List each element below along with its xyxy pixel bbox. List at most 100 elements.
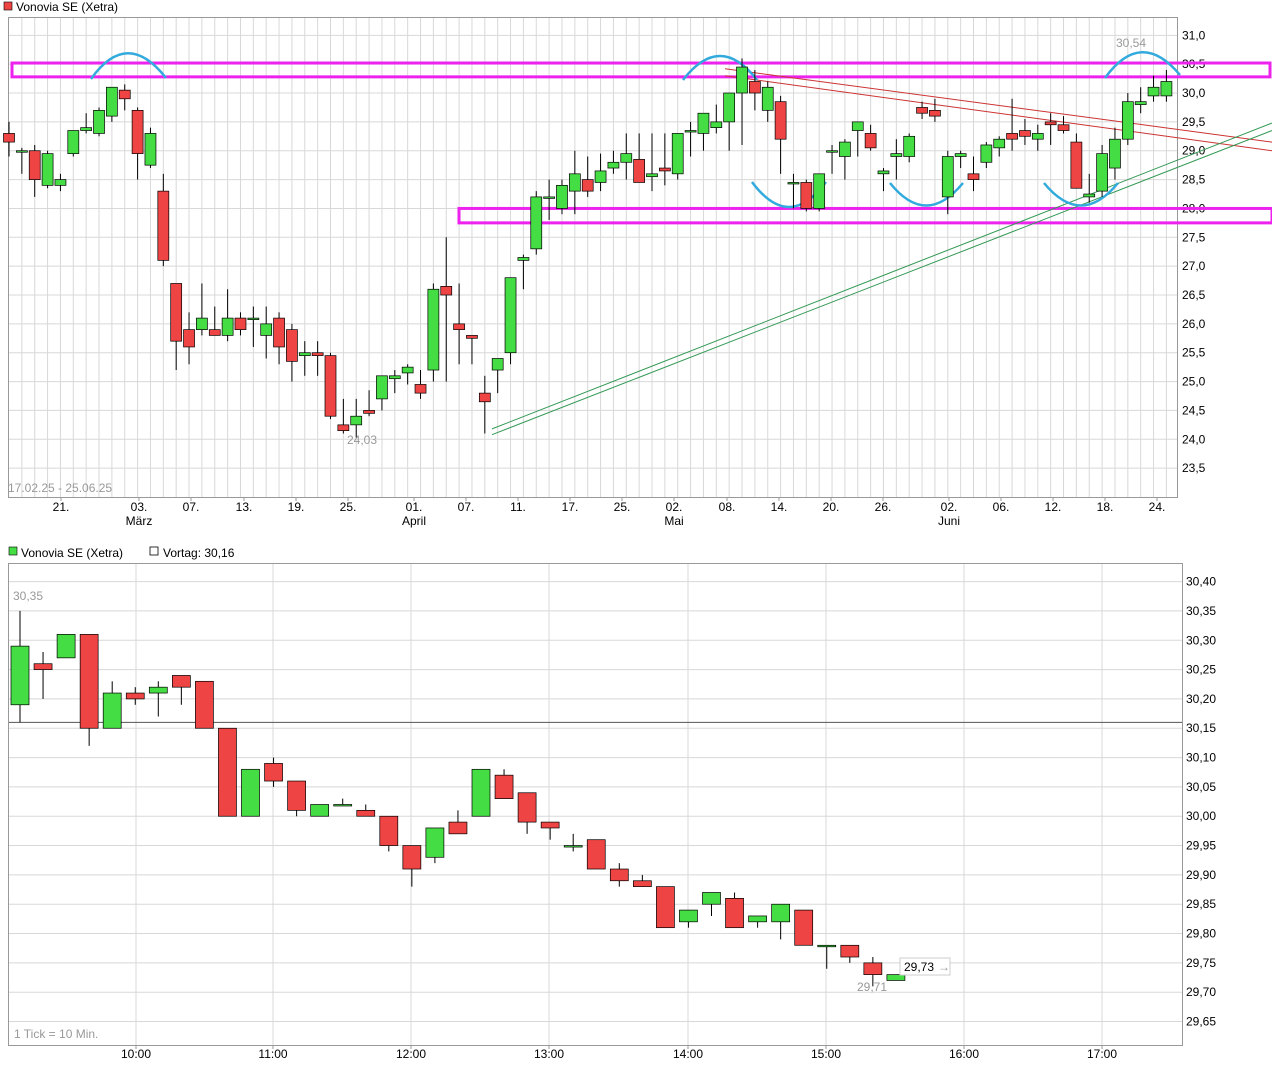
top-x-tick-label: 02. [666, 500, 683, 514]
chart-canvas: Vonovia SE (Xetra) 23,5 24,0 24,5 25,0 25,5 2… [3, 0, 1272, 1061]
top-candle-body [286, 329, 298, 362]
top-candle-body [543, 196, 555, 199]
bottom-candle-body [656, 886, 675, 929]
bottom-candle-body [310, 804, 329, 817]
top-candle-body [183, 329, 195, 348]
top-candle-body [157, 190, 170, 261]
top-y-tick-label: 24,0 [1182, 432, 1206, 446]
bottom-candle [794, 909, 814, 946]
top-candle-body [517, 257, 530, 261]
top-candle-body [414, 384, 427, 394]
top-candle-body [1006, 133, 1018, 140]
top-candle [67, 130, 80, 157]
top-candle-body [1031, 133, 1044, 140]
top-x-month-label: April [402, 514, 426, 528]
top-x-month-label: Juni [938, 514, 960, 528]
bottom-candle [195, 680, 214, 729]
bottom-candle-body [540, 821, 560, 829]
top-candle-body [28, 150, 41, 180]
top-candle-body [170, 283, 183, 342]
top-candle-body [440, 286, 453, 296]
top-candle-body [749, 81, 761, 94]
top-candle-body [208, 329, 221, 336]
bottom-y-tick-label: 30,10 [1186, 751, 1216, 765]
bottom-candle-body [241, 768, 260, 817]
top-candle-body [774, 101, 787, 140]
top-candle-body [491, 358, 504, 371]
bottom-candle-body [563, 845, 583, 848]
top-candle-body [363, 410, 375, 414]
top-candle [530, 191, 543, 255]
top-x-tick-label: 06. [993, 500, 1010, 514]
top-candle-body [260, 323, 273, 336]
top-y-tick-label: 31,0 [1182, 28, 1206, 42]
bottom-y-tick-label: 30,25 [1186, 663, 1216, 677]
top-x-tick-label: 14. [771, 500, 788, 514]
top-y-axis: 23,524,024,525,025,526,026,527,027,528,0… [1182, 28, 1206, 475]
top-candle-body [118, 89, 131, 100]
intraday-chart-panel: Vonovia SE (Xetra) Vortag: 30,16 29,6529… [8, 546, 1216, 1061]
top-x-tick-label: 25. [614, 500, 631, 514]
top-legend-label: Vonovia SE (Xetra) [16, 0, 118, 14]
bottom-x-tick-label: 10:00 [121, 1047, 151, 1061]
top-candle-body [594, 170, 607, 183]
top-candle-body [1121, 101, 1134, 140]
top-candle-body [144, 133, 157, 166]
bottom-candle-body [725, 898, 744, 929]
bottom-x-tick-label: 11:00 [258, 1047, 287, 1061]
top-candle-body [903, 135, 916, 157]
top-candle-body [1057, 124, 1070, 131]
top-plot-frame [8, 17, 1178, 498]
top-candle-body [864, 133, 877, 149]
top-candle [93, 107, 105, 137]
top-x-tick-label: 03. [131, 500, 148, 514]
top-candle-body [1134, 101, 1147, 105]
top-min-label: 24,03 [347, 433, 377, 447]
top-candle-body [350, 415, 363, 426]
bottom-x-tick-label: 15:00 [811, 1047, 841, 1061]
bottom-candle-body [125, 692, 145, 700]
top-candle-body [311, 352, 324, 356]
bottom-y-tick-label: 29,80 [1186, 927, 1216, 941]
bottom-legend-swatch [8, 546, 18, 556]
top-date-range: 17.02.25 - 25.06.25 [8, 481, 112, 495]
bottom-y-tick-label: 30,40 [1186, 575, 1216, 589]
bottom-y-tick-label: 29,90 [1186, 868, 1216, 882]
bottom-candle [56, 634, 76, 659]
top-candle-body [337, 424, 350, 431]
top-candle-body [16, 150, 28, 153]
top-candle-body [761, 86, 774, 111]
last-price-arrow-icon: → [938, 960, 950, 974]
top-candle-body [684, 130, 697, 133]
top-candle-body [736, 66, 748, 94]
top-candle-body [607, 161, 620, 169]
daily-chart-panel: Vonovia SE (Xetra) 23,5 24,0 24,5 25,0 25,5 2… [3, 0, 1272, 528]
top-candle-body [659, 167, 671, 172]
top-candle-body [581, 179, 594, 192]
top-candle-body [401, 366, 414, 374]
top-x-tick-label: 12. [1045, 500, 1062, 514]
bottom-y-tick-label: 30,30 [1186, 633, 1216, 647]
bottom-candle [656, 886, 675, 929]
bottom-x-tick-label: 13:00 [534, 1047, 564, 1061]
bottom-candle-body [609, 868, 629, 882]
top-y-tick-label: 27,0 [1182, 259, 1206, 273]
top-candle [427, 283, 440, 382]
bottom-candle-body [425, 827, 445, 858]
top-y-tick-label: 23,5 [1182, 461, 1206, 475]
top-candle-body [954, 153, 967, 157]
bottom-x-tick-label: 17:00 [1087, 1047, 1117, 1061]
intraday-high-label: 30,35 [13, 589, 43, 603]
bottom-candle [586, 839, 606, 870]
top-candle-body [1083, 193, 1096, 198]
top-max-label: 30,54 [1116, 36, 1146, 50]
top-candle-body [993, 138, 1006, 149]
bottom-candle-body [56, 634, 76, 659]
top-x-tick-label: 07. [458, 500, 475, 514]
top-candle-body [1109, 138, 1121, 169]
top-candle-body [556, 185, 568, 209]
top-x-axis: 21. 03. 07. 13. 19. 25. 01. 07. 11. 17. 25. 02. 08. 1… [53, 497, 1165, 528]
top-x-month-label: März [126, 514, 153, 528]
bottom-candle-body [517, 792, 537, 823]
bottom-candle-body [748, 915, 767, 923]
